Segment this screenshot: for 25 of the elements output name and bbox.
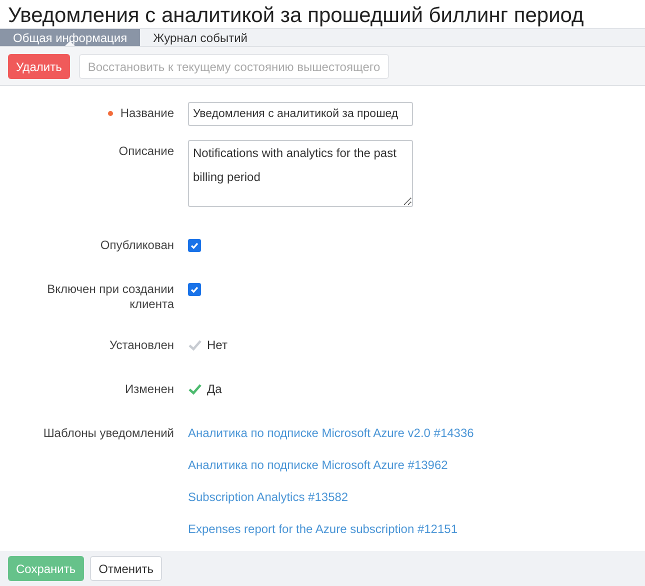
template-link[interactable]: Аналитика по подписке Microsoft Azure v2.0 #14336 (188, 426, 474, 441)
field-label: Включен при создании клиента (46, 282, 174, 312)
tab[interactable]: Журнал событий (140, 29, 260, 46)
status-value: Нет (207, 338, 228, 352)
checkbox[interactable] (188, 239, 201, 252)
save-button[interactable]: Сохранить (8, 556, 84, 581)
template-link[interactable]: Expenses report for the Azure subscription #12151 (188, 522, 458, 537)
field-label: Описание (118, 144, 174, 159)
field-label: Опубликован (100, 238, 174, 253)
description-field[interactable]: Notifications with analytics for the past billing period (188, 140, 413, 207)
page-title: Уведомления с аналитикой за прошедший биллинг период (7, 3, 585, 28)
checkbox[interactable] (188, 283, 201, 296)
field-label: Название (120, 106, 174, 121)
checkmark-icon (189, 284, 200, 295)
tab[interactable]: Общая информация (0, 29, 140, 46)
template-link[interactable]: Subscription Analytics #13582 (188, 490, 348, 505)
field-label: Установлен (109, 338, 174, 353)
cancel-button[interactable]: Отменить (90, 556, 162, 581)
template-link[interactable]: Аналитика по подписке Microsoft Azure #13962 (188, 458, 448, 473)
status-value: Да (207, 382, 222, 396)
field-label: Шаблоны уведомлений (43, 426, 174, 441)
checkmark-icon (189, 240, 200, 251)
delete-button[interactable]: Удалить (8, 54, 70, 79)
name-field[interactable]: Уведомления с аналитикой за прошед (188, 102, 413, 126)
field-label: Изменен (125, 382, 174, 397)
